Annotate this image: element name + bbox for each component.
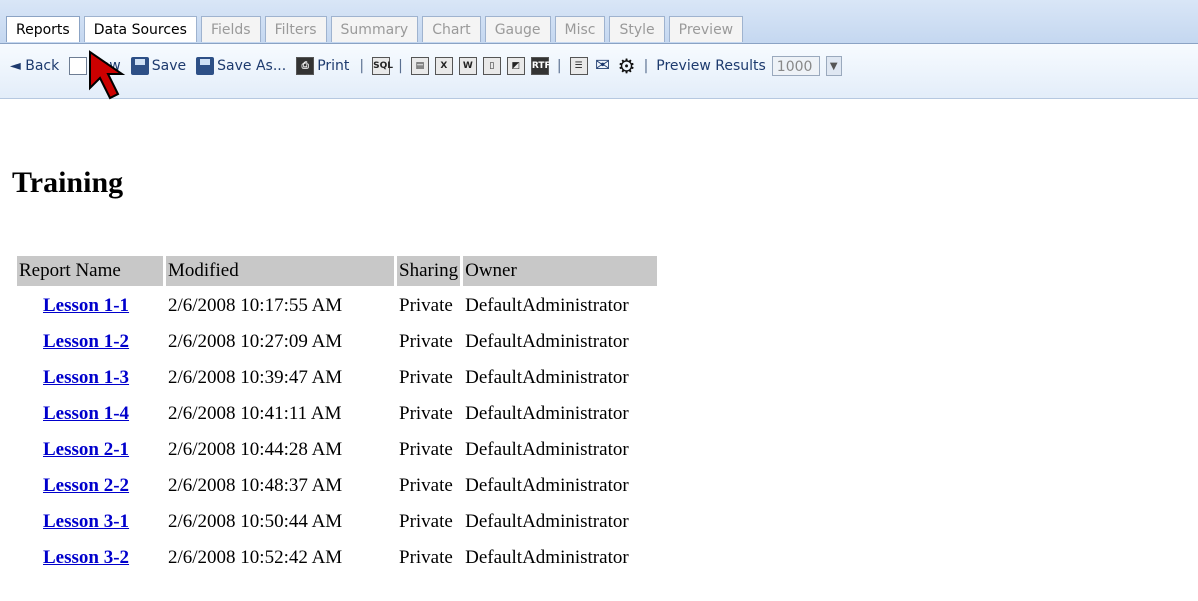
tab-gauge[interactable]: Gauge [484, 16, 551, 42]
owner-cell: DefaultAdministrator [465, 331, 629, 352]
owner-cell: DefaultAdministrator [465, 403, 629, 424]
table-row: Lesson 1-4 2/6/2008 10:41:11 AM Private … [17, 398, 657, 430]
back-button[interactable]: ◄ Back [8, 58, 61, 74]
tab-reports[interactable]: Reports [6, 16, 80, 42]
mouse-pointer-icon [89, 50, 126, 100]
sql-icon[interactable]: SQL [372, 57, 393, 75]
excel-export-icon[interactable]: ▤ [410, 57, 429, 75]
report-link[interactable]: Lesson 2-2 [43, 475, 129, 496]
modified-cell: 2/6/2008 10:52:42 AM [168, 547, 343, 568]
table-header-row: Report Name Modified Sharing Owner [17, 256, 658, 286]
document-export-icon[interactable]: ▯ [482, 57, 501, 75]
report-link[interactable]: Lesson 1-3 [43, 367, 129, 388]
owner-cell: DefaultAdministrator [465, 367, 629, 388]
owner-cell: DefaultAdministrator [465, 511, 629, 532]
reports-table: Report Name Modified Sharing Owner Lesso… [14, 252, 660, 578]
tab-bar: Reports Data Sources Fields Filters Summ… [0, 0, 1198, 44]
table-row: Lesson 1-2 2/6/2008 10:27:09 AM Private … [17, 326, 657, 358]
report-name-cell: Lesson 1-3 [17, 362, 163, 394]
image-export-icon[interactable]: ◩ [506, 57, 525, 75]
column-header-owner[interactable]: Owner [463, 256, 658, 286]
save-as-disk-icon [196, 57, 215, 75]
sharing-cell: Private [399, 475, 453, 496]
tab-style[interactable]: Style [609, 16, 665, 42]
sharing-cell: Private [399, 367, 453, 388]
word-export-icon[interactable]: W [458, 57, 477, 75]
tab-filters[interactable]: Filters [264, 16, 327, 42]
sharing-cell: Private [399, 511, 453, 532]
report-name-cell: Lesson 3-1 [17, 506, 163, 538]
save-button[interactable]: Save [129, 57, 188, 75]
print-label: Print [317, 58, 350, 74]
page-title: Training [12, 166, 124, 199]
report-link[interactable]: Lesson 1-2 [43, 331, 129, 352]
toolbar-separator: | [398, 58, 403, 74]
report-name-cell: Lesson 2-1 [17, 434, 163, 466]
column-header-sharing[interactable]: Sharing [397, 256, 461, 286]
modified-cell: 2/6/2008 10:39:47 AM [168, 367, 343, 388]
table-row: Lesson 2-2 2/6/2008 10:48:37 AM Private … [17, 470, 657, 502]
sharing-cell: Private [399, 547, 453, 568]
table-row: Lesson 1-3 2/6/2008 10:39:47 AM Private … [17, 362, 657, 394]
tab-misc[interactable]: Misc [554, 16, 606, 42]
modified-cell: 2/6/2008 10:27:09 AM [168, 331, 343, 352]
rtf-export-icon[interactable]: RTF [530, 57, 551, 75]
csv-export-icon[interactable]: X [434, 57, 453, 75]
report-link[interactable]: Lesson 1-1 [43, 295, 129, 316]
column-header-report-name[interactable]: Report Name [17, 256, 163, 286]
save-label: Save [151, 58, 187, 74]
report-link[interactable]: Lesson 1-4 [43, 403, 129, 424]
modified-cell: 2/6/2008 10:41:11 AM [168, 403, 342, 424]
sharing-cell: Private [399, 331, 453, 352]
owner-cell: DefaultAdministrator [465, 295, 629, 316]
preview-results-dropdown[interactable]: ▼ [825, 56, 842, 76]
new-document-icon [69, 57, 88, 75]
sharing-cell: Private [399, 295, 453, 316]
tab-chart[interactable]: Chart [422, 16, 481, 42]
report-link[interactable]: Lesson 2-1 [43, 439, 129, 460]
table-row: Lesson 3-2 2/6/2008 10:52:42 AM Private … [17, 542, 657, 574]
toolbar-separator: | [643, 58, 649, 74]
report-name-cell: Lesson 1-4 [17, 398, 163, 430]
tab-preview[interactable]: Preview [668, 16, 744, 42]
save-as-label: Save As... [217, 58, 287, 74]
email-icon[interactable]: ✉ [594, 57, 612, 75]
toolbar-separator: | [556, 58, 562, 74]
list-view-icon[interactable]: ☰ [569, 57, 588, 75]
column-header-modified[interactable]: Modified [166, 256, 394, 286]
sharing-cell: Private [399, 403, 453, 424]
preview-results-label: Preview Results [656, 58, 766, 74]
owner-cell: DefaultAdministrator [465, 547, 629, 568]
modified-cell: 2/6/2008 10:50:44 AM [168, 511, 343, 532]
print-icon: ⎙ [296, 57, 315, 75]
sharing-cell: Private [399, 439, 453, 460]
tab-data-sources[interactable]: Data Sources [83, 16, 197, 42]
table-row: Lesson 3-1 2/6/2008 10:50:44 AM Private … [17, 506, 657, 538]
modified-cell: 2/6/2008 10:44:28 AM [168, 439, 343, 460]
table-row: Lesson 1-1 2/6/2008 10:17:55 AM Private … [17, 290, 657, 322]
tab-summary[interactable]: Summary [330, 16, 419, 42]
report-name-cell: Lesson 3-2 [17, 542, 163, 574]
save-as-button[interactable]: Save As... [194, 57, 288, 75]
toolbar: ◄ Back New Save Save As... ⎙ Print | SQL… [0, 43, 1198, 99]
modified-cell: 2/6/2008 10:48:37 AM [168, 475, 343, 496]
owner-cell: DefaultAdministrator [465, 475, 629, 496]
report-name-cell: Lesson 2-2 [17, 470, 163, 502]
tabs: Reports Data Sources Fields Filters Summ… [6, 16, 744, 42]
report-name-cell: Lesson 1-1 [17, 290, 163, 322]
print-button[interactable]: ⎙ Print [294, 57, 351, 75]
table-row: Lesson 2-1 2/6/2008 10:44:28 AM Private … [17, 434, 657, 466]
tab-fields[interactable]: Fields [200, 16, 261, 42]
report-link[interactable]: Lesson 3-1 [43, 511, 129, 532]
gear-icon[interactable]: ⚙ [618, 56, 636, 76]
report-link[interactable]: Lesson 3-2 [43, 547, 129, 568]
toolbar-separator: | [359, 58, 365, 74]
modified-cell: 2/6/2008 10:17:55 AM [168, 295, 343, 316]
preview-results-input[interactable]: 1000 [771, 56, 820, 76]
report-name-cell: Lesson 1-2 [17, 326, 163, 358]
owner-cell: DefaultAdministrator [465, 439, 629, 460]
